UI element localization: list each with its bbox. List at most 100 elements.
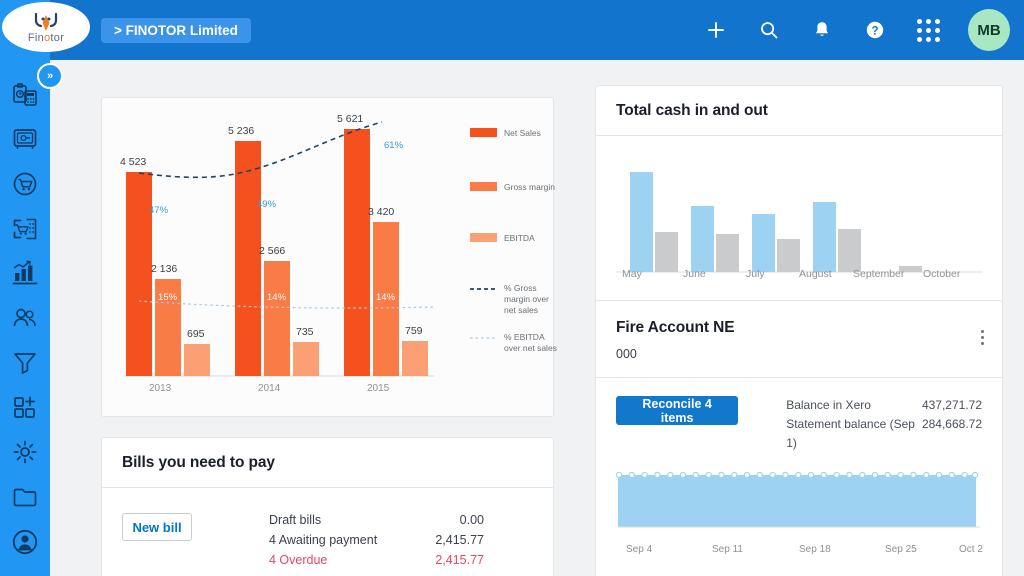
balance-row-xero: Balance in Xero 437,271.72 xyxy=(786,396,982,415)
bills-row-overdue[interactable]: 4 Overdue 2,415.77 xyxy=(269,550,484,570)
balance-row-statement-value: 284,668.72 xyxy=(921,417,982,431)
sidebar-item-funnel[interactable] xyxy=(8,345,42,379)
legend-label-ebitda: EBITDA xyxy=(504,233,535,243)
bills-card: Bills you need to pay New bill Draft bil… xyxy=(101,437,554,576)
cash-axis-label-june: June xyxy=(683,268,706,280)
bills-card-title: Bills you need to pay xyxy=(122,454,275,471)
bar-ebitda-2013 xyxy=(184,344,210,376)
pct-gross-margin-2014: 49% xyxy=(257,199,277,210)
net-sales-chart-svg xyxy=(124,121,497,377)
cash-in-out-chart-svg xyxy=(616,172,982,273)
spark-tick-sep-18: Sep 18 xyxy=(799,544,831,555)
spark-tick-sep-4: Sep 4 xyxy=(626,544,653,555)
search-icon[interactable] xyxy=(754,15,784,45)
bar-cash-in-august xyxy=(813,202,836,272)
top-navigation-bar: Finotor > FINOTOR Limited ? MB xyxy=(0,0,1024,60)
bar-ebitda-2015 xyxy=(402,341,428,376)
axis-label-2015: 2015 xyxy=(367,383,390,394)
bills-summary-list: Draft bills 0.00 4 Awaiting payment 2,41… xyxy=(269,510,484,570)
cash-card-title: Total cash in and out xyxy=(616,102,768,119)
legend-label-gross-margin-pct: % Gross margin over net sales xyxy=(504,283,549,315)
sidebar-item-sales-cart[interactable] xyxy=(8,167,42,201)
top-action-group: ? MB xyxy=(701,0,1014,60)
legend-label-net-sales: Net Sales xyxy=(504,128,541,138)
new-bill-button[interactable]: New bill xyxy=(122,513,192,541)
legend-swatch-gross-margin xyxy=(470,182,497,191)
question-circle-icon[interactable]: ? xyxy=(860,15,890,45)
fire-account-body: Reconcile 4 items Balance in Xero 437,27… xyxy=(596,378,1002,453)
account-balance-spark: Sep 4 Sep 11 Sep 18 Sep 25 Oct 2 xyxy=(596,453,1002,558)
cash-axis-label-may: May xyxy=(622,268,642,280)
cash-axis-label-august: August xyxy=(799,268,832,280)
bar-cash-out-august xyxy=(838,229,861,272)
balance-row-xero-label: Balance in Xero xyxy=(786,398,871,412)
cash-card-header: Total cash in and out xyxy=(596,86,1002,136)
net-sales-chart-card: 4 523 2 136 695 5 236 2 566 735 5 621 3 … xyxy=(101,97,557,417)
bar-cash-out-june xyxy=(716,234,739,272)
bar-label-gross-margin-2015: 3 420 xyxy=(368,206,395,218)
spark-tick-sep-25: Sep 25 xyxy=(885,544,917,555)
bills-row-draft-label: Draft bills xyxy=(269,513,322,527)
balance-list: Balance in Xero 437,271.72 Statement bal… xyxy=(786,396,982,453)
bell-icon[interactable] xyxy=(807,15,837,45)
sidebar-item-files[interactable] xyxy=(8,480,42,514)
sidebar-item-reports[interactable] xyxy=(8,256,42,290)
bills-row-awaiting-label: 4 Awaiting payment xyxy=(269,533,378,547)
pct-ebitda-2014: 14% xyxy=(267,292,287,303)
sidebar-item-accounting[interactable] xyxy=(8,78,42,112)
reconcile-button[interactable]: Reconcile 4 items xyxy=(616,396,739,425)
balance-row-xero-value: 437,271.72 xyxy=(921,398,982,412)
fire-account-title: Fire Account NE xyxy=(616,319,735,336)
cash-axis-label-july: July xyxy=(746,268,765,280)
axis-label-2014: 2014 xyxy=(258,383,281,394)
bar-cash-out-july xyxy=(777,239,800,272)
bills-row-awaiting[interactable]: 4 Awaiting payment 2,415.77 xyxy=(269,530,484,550)
legend-label-ebitda-pct: % EBITDA over net sales xyxy=(504,332,557,353)
app-logo[interactable]: Finotor xyxy=(2,2,90,52)
spark-tick-oct-2: Oct 2 xyxy=(959,544,983,555)
bar-net-sales-2015 xyxy=(344,129,370,376)
sidebar-expand-button[interactable]: » xyxy=(37,63,63,89)
bills-row-awaiting-value: 2,415.77 xyxy=(435,533,484,547)
kebab-menu-icon[interactable] xyxy=(981,330,984,345)
bills-row-draft[interactable]: Draft bills 0.00 xyxy=(269,510,484,530)
bills-row-overdue-value: 2,415.77 xyxy=(435,553,484,567)
sidebar-item-profile[interactable] xyxy=(8,525,42,559)
bar-label-ebitda-2015: 759 xyxy=(405,325,423,337)
spark-area xyxy=(618,475,976,527)
sidebar-item-safe-box[interactable] xyxy=(8,123,42,157)
pct-gross-margin-2013: 47% xyxy=(149,205,169,216)
pct-ebitda-2013: 15% xyxy=(158,292,178,303)
bar-label-gross-margin-2013: 2 136 xyxy=(151,263,178,275)
bar-net-sales-2014 xyxy=(235,141,261,376)
sidebar-item-purchases[interactable] xyxy=(8,212,42,246)
finotor-bull-icon xyxy=(33,11,59,33)
bar-label-ebitda-2014: 735 xyxy=(296,326,314,338)
cash-axis-label-september: September xyxy=(853,268,905,280)
bar-ebitda-2014 xyxy=(293,342,319,376)
sidebar-item-add-app[interactable] xyxy=(8,390,42,424)
legend-swatch-ebitda xyxy=(470,233,497,242)
balance-row-statement: Statement balance (Sep 1) 284,668.72 xyxy=(786,415,982,453)
axis-label-2013: 2013 xyxy=(149,383,172,394)
grid-apps-icon[interactable] xyxy=(913,15,943,45)
sidebar-item-settings[interactable] xyxy=(8,435,42,469)
plus-icon[interactable] xyxy=(701,15,731,45)
organisation-selector-button[interactable]: > FINOTOR Limited xyxy=(101,18,251,43)
bar-label-net-sales-2013: 4 523 xyxy=(120,156,147,168)
bills-card-body: New bill Draft bills 0.00 4 Awaiting pay… xyxy=(102,488,553,570)
balance-row-statement-label: Statement balance (Sep 1) xyxy=(786,417,915,450)
bar-cash-out-may xyxy=(655,232,678,272)
cash-in-out-card: Total cash in and out May June July Augu… xyxy=(595,85,1003,333)
bar-gross-margin-2014 xyxy=(264,261,290,376)
spark-tick-sep-11: Sep 11 xyxy=(712,544,743,555)
avatar[interactable]: MB xyxy=(968,9,1010,51)
legend-label-gross-margin: Gross margin xyxy=(504,182,556,192)
legend-swatch-net-sales xyxy=(470,128,497,137)
pct-ebitda-2015: 14% xyxy=(376,292,396,303)
dashboard-content: 4 523 2 136 695 5 236 2 566 735 5 621 3 … xyxy=(50,60,1024,576)
spark-axis: Sep 4 Sep 11 Sep 18 Sep 25 Oct 2 xyxy=(614,544,984,558)
dashboard-root: Finotor > FINOTOR Limited ? MB » 4 523 2… xyxy=(0,0,1024,576)
svg-text:?: ? xyxy=(871,25,878,37)
sidebar-item-contacts[interactable] xyxy=(8,301,42,335)
